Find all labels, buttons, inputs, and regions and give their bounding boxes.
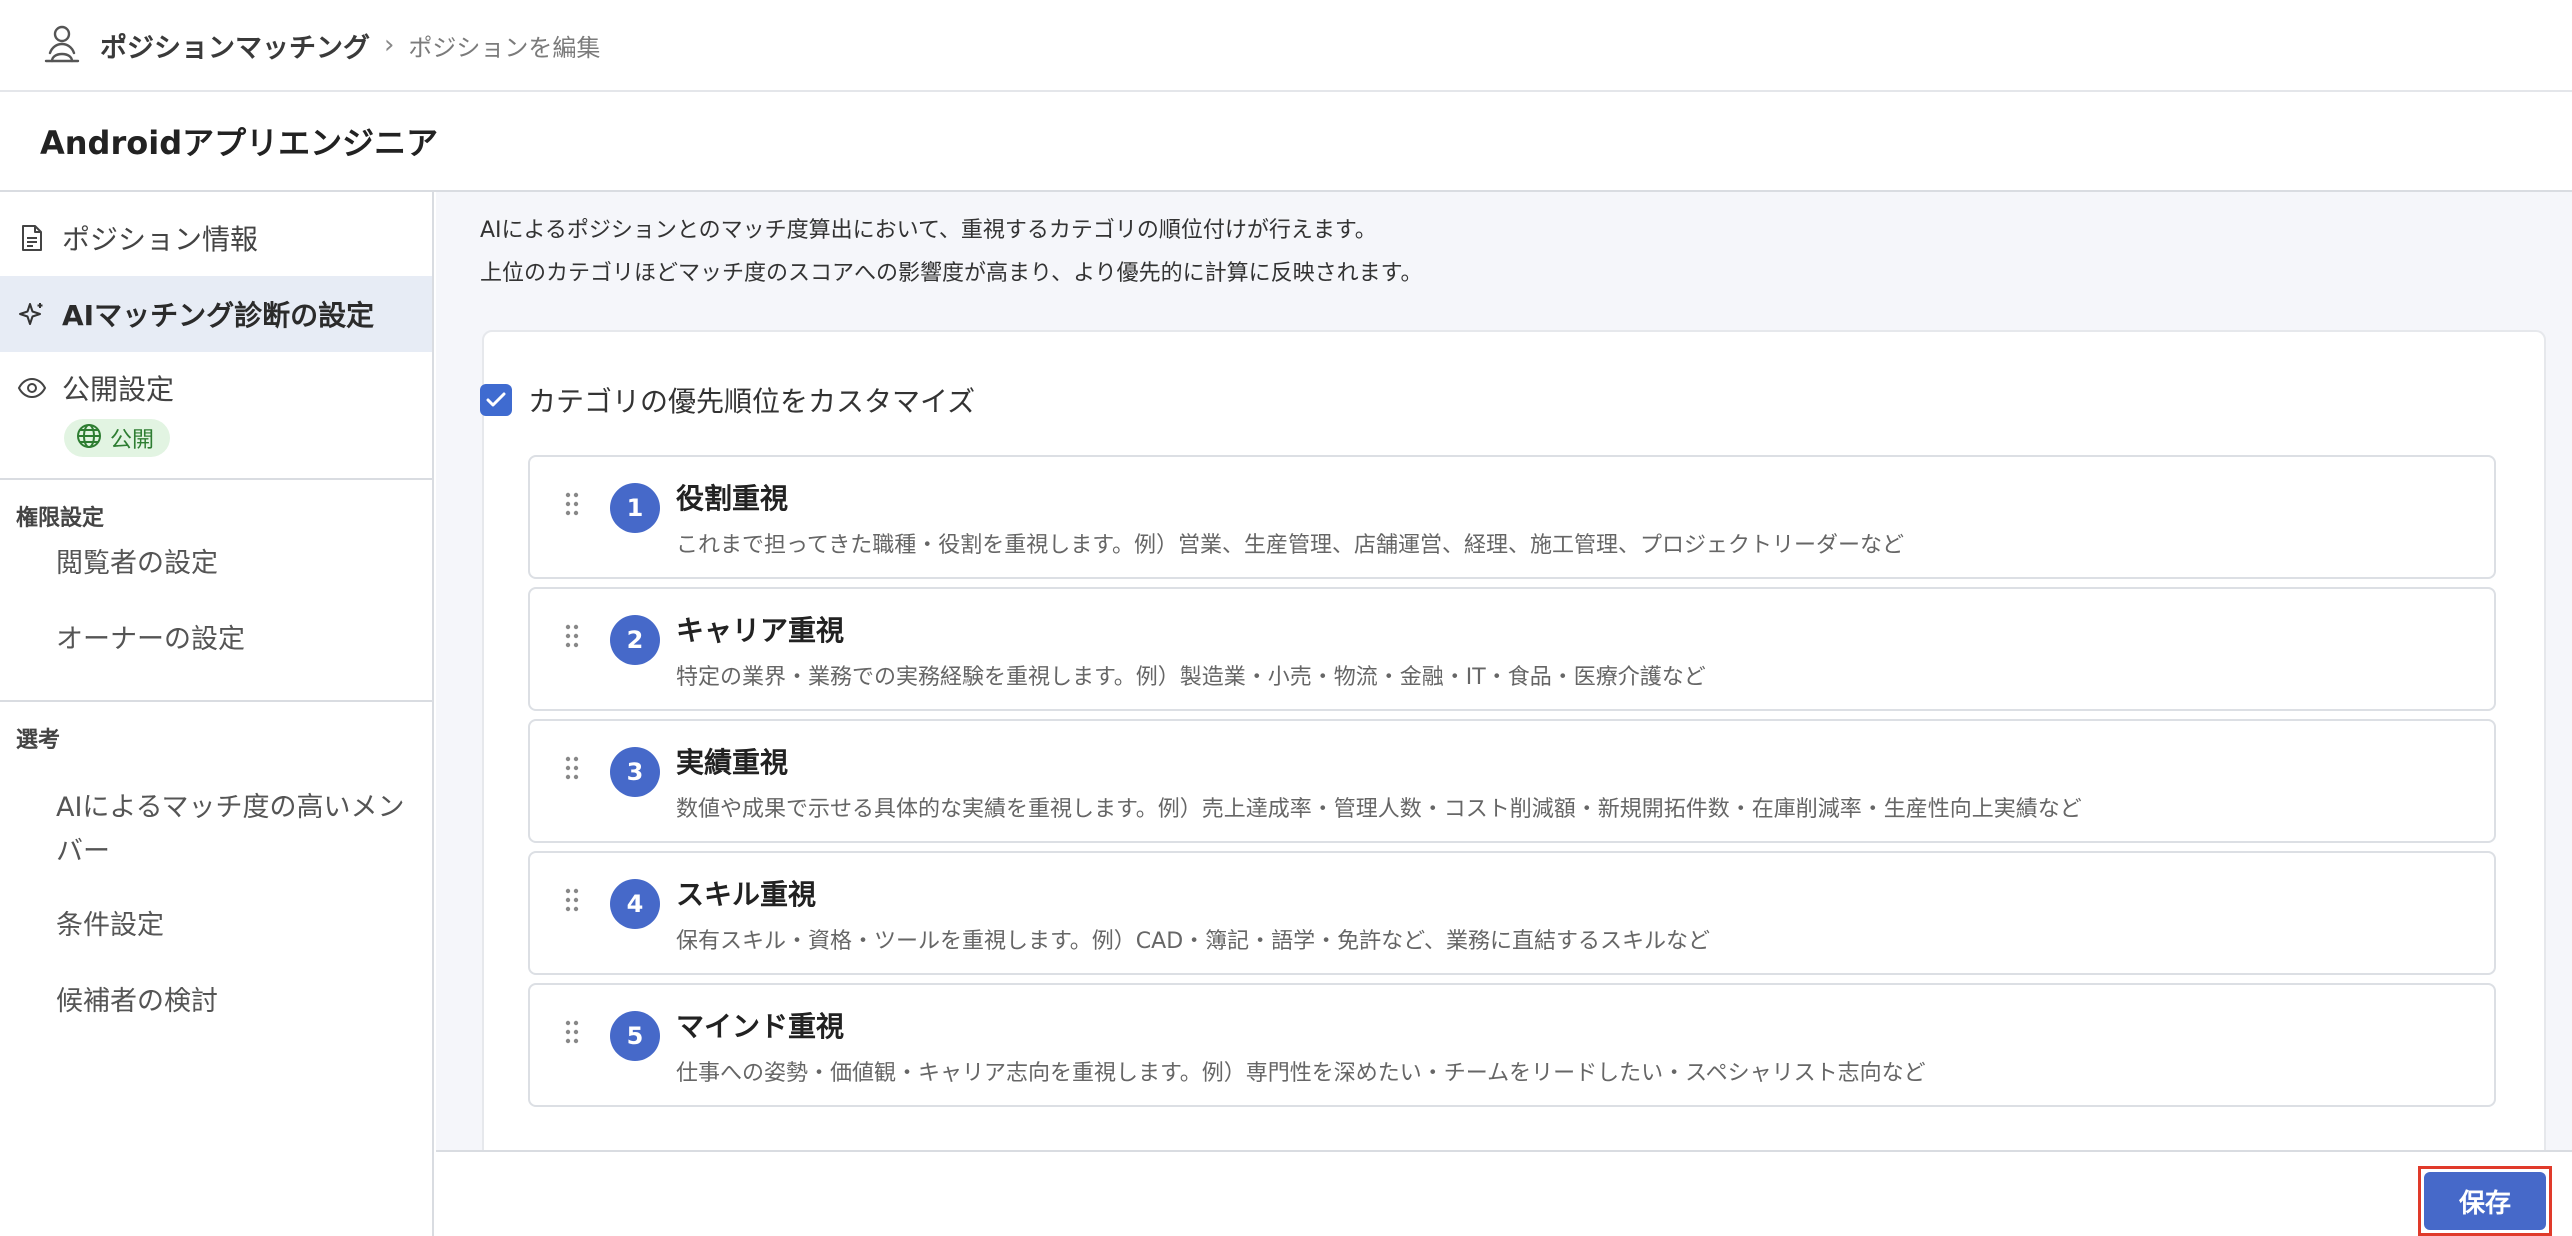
category-item-mindset[interactable]: 5 マインド重視 仕事への姿勢・価値観・キャリア志向を重視します。例）専門性を深… (528, 983, 2496, 1107)
sidebar-item-publish[interactable]: 公開設定 (0, 358, 432, 418)
category-title: キャリア重視 (676, 614, 845, 647)
section-heading-permissions: 権限設定 (16, 506, 105, 531)
customize-priority-checkbox[interactable]: カテゴリの優先順位をカスタマイズ (480, 380, 975, 420)
page-title: Androidアプリエンジニア (40, 124, 439, 162)
sidebar-item-viewer-settings[interactable]: 閲覧者の設定 (56, 542, 416, 586)
sidebar-item-ai-high-match-members[interactable]: AIによるマッチ度の高いメンバー (56, 786, 416, 874)
sidebar-item-ai-matching[interactable]: AIマッチング診断の設定 (0, 276, 432, 352)
status-badge-label: 公開 (110, 428, 155, 453)
checkbox-checked-icon[interactable] (480, 384, 512, 416)
rank-badge: 2 (610, 615, 660, 665)
sidebar: ポジション情報 AIマッチング診断の設定 公開設定 公開 権限設定 閲覧者の設定… (0, 192, 434, 1236)
rank-badge: 4 (610, 879, 660, 929)
category-description: 数値や成果で示せる具体的な実績を重視します。例）売上達成率・管理人数・コスト削減… (676, 797, 2082, 822)
title-bar: Androidアプリエンジニア (0, 92, 2572, 192)
rank-badge: 1 (610, 483, 660, 533)
category-item-career[interactable]: 2 キャリア重視 特定の業界・業務での実務経験を重視します。例）製造業・小売・物… (528, 587, 2496, 711)
category-description: 特定の業界・業務での実務経験を重視します。例）製造業・小売・物流・金融・IT・食… (676, 665, 1706, 690)
category-item-skill[interactable]: 4 スキル重視 保有スキル・資格・ツールを重視します。例）CAD・簿記・語学・免… (528, 851, 2496, 975)
category-title: 役割重視 (676, 482, 789, 515)
drag-handle-icon[interactable] (564, 623, 580, 649)
divider (0, 478, 432, 480)
intro-text-line1: AIによるポジションとのマッチ度算出において、重視するカテゴリの順位付けが行えま… (480, 218, 1377, 243)
rank-badge: 5 (610, 1011, 660, 1061)
sparkle-icon (16, 298, 48, 330)
category-item-role[interactable]: 1 役割重視 これまで担ってきた職種・役割を重視します。例）営業、生産管理、店舗… (528, 455, 2496, 579)
person-icon (40, 21, 84, 69)
eye-icon (16, 372, 48, 404)
drag-handle-icon[interactable] (564, 1019, 580, 1045)
category-title: スキル重視 (676, 878, 817, 911)
drag-handle-icon[interactable] (564, 491, 580, 517)
top-bar: ポジションマッチング › ポジションを編集 (0, 0, 2572, 92)
app-title[interactable]: ポジションマッチング (100, 26, 370, 65)
sidebar-item-candidate-review[interactable]: 候補者の検討 (56, 980, 416, 1024)
sidebar-item-condition-settings[interactable]: 条件設定 (56, 904, 416, 948)
sidebar-item-position-info[interactable]: ポジション情報 (0, 208, 432, 268)
save-button[interactable]: 保存 (2424, 1172, 2546, 1230)
category-description: これまで担ってきた職種・役割を重視します。例）営業、生産管理、店舗運営、経理、施… (676, 533, 1905, 558)
category-title: 実績重視 (676, 746, 789, 779)
divider (0, 700, 432, 702)
footer-bar (436, 1150, 2572, 1236)
drag-handle-icon[interactable] (564, 755, 580, 781)
breadcrumb-current: ポジションを編集 (408, 33, 601, 62)
category-title: マインド重視 (676, 1010, 845, 1043)
section-heading-selection: 選考 (16, 728, 61, 753)
category-description: 仕事への姿勢・価値観・キャリア志向を重視します。例）専門性を深めたい・チームをリ… (676, 1061, 1926, 1086)
save-button-highlight: 保存 (2418, 1166, 2552, 1236)
category-description: 保有スキル・資格・ツールを重視します。例）CAD・簿記・語学・免許など、業務に直… (676, 929, 1711, 954)
intro-text-line2: 上位のカテゴリほどマッチ度のスコアへの影響度が高まり、より優先的に計算に反映され… (480, 261, 1423, 286)
sidebar-item-label: AIマッチング診断の設定 (62, 299, 375, 332)
breadcrumb-separator: › (384, 30, 395, 60)
drag-handle-icon[interactable] (564, 887, 580, 913)
sidebar-item-label: ポジション情報 (62, 223, 259, 256)
globe-icon (76, 423, 102, 453)
category-item-achievement[interactable]: 3 実績重視 数値や成果で示せる具体的な実績を重視します。例）売上達成率・管理人… (528, 719, 2496, 843)
document-icon (16, 222, 48, 254)
sidebar-item-owner-settings[interactable]: オーナーの設定 (56, 618, 416, 662)
customize-priority-label: カテゴリの優先順位をカスタマイズ (528, 385, 976, 418)
rank-badge: 3 (610, 747, 660, 797)
status-badge: 公開 (64, 419, 171, 457)
sidebar-item-label: 公開設定 (62, 373, 175, 406)
